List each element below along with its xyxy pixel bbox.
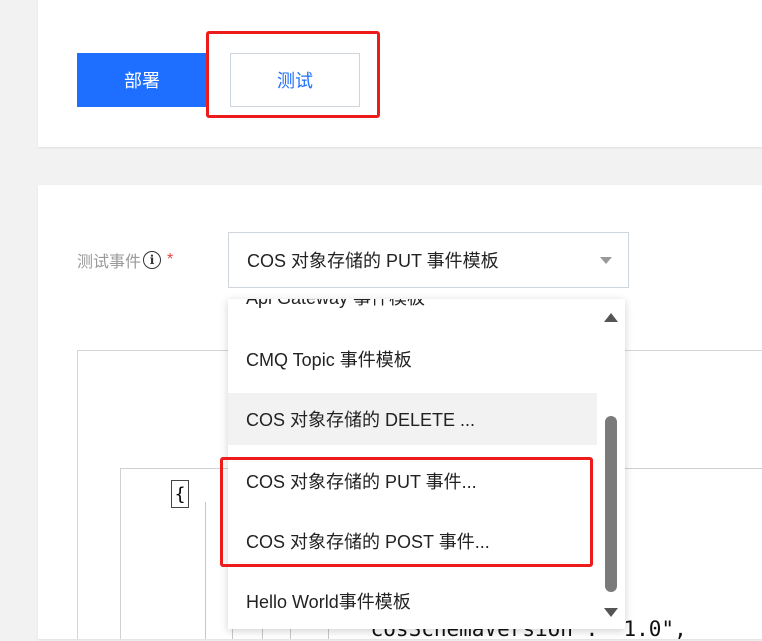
indent-guide [205, 502, 206, 639]
test-event-label: 测试事件 i * [77, 248, 173, 272]
dropdown-item[interactable]: CMQ Topic 事件模板 [228, 333, 597, 385]
dropdown-item[interactable]: COS 对象存储的 POST 事件... [228, 515, 597, 567]
test-button[interactable]: 测试 [230, 53, 360, 107]
test-event-label-text: 测试事件 [77, 254, 142, 271]
json-open-brace: { [171, 480, 189, 508]
scroll-down-icon[interactable] [604, 608, 618, 617]
scroll-thumb[interactable] [605, 416, 617, 592]
dropdown-item[interactable]: Api Gateway 事件模板 [228, 299, 597, 323]
test-event-select[interactable]: COS 对象存储的 PUT 事件模板 [228, 232, 629, 288]
info-icon[interactable]: i [143, 251, 162, 269]
dropdown-item[interactable]: COS 对象存储的 PUT 事件... [228, 455, 597, 507]
caret-down-icon [600, 257, 612, 264]
dropdown-item[interactable]: COS 对象存储的 DELETE ... [228, 393, 597, 445]
scroll-up-icon[interactable] [604, 313, 618, 322]
required-mark: * [167, 251, 174, 268]
event-dropdown: Api Gateway 事件模板 CMQ Topic 事件模板 COS 对象存储… [228, 299, 625, 629]
deploy-button[interactable]: 部署 [77, 53, 207, 107]
selected-value: COS 对象存储的 PUT 事件模板 [247, 251, 499, 271]
dropdown-item[interactable]: Hello World事件模板 [228, 575, 597, 627]
dropdown-scrollbar[interactable] [597, 299, 625, 629]
